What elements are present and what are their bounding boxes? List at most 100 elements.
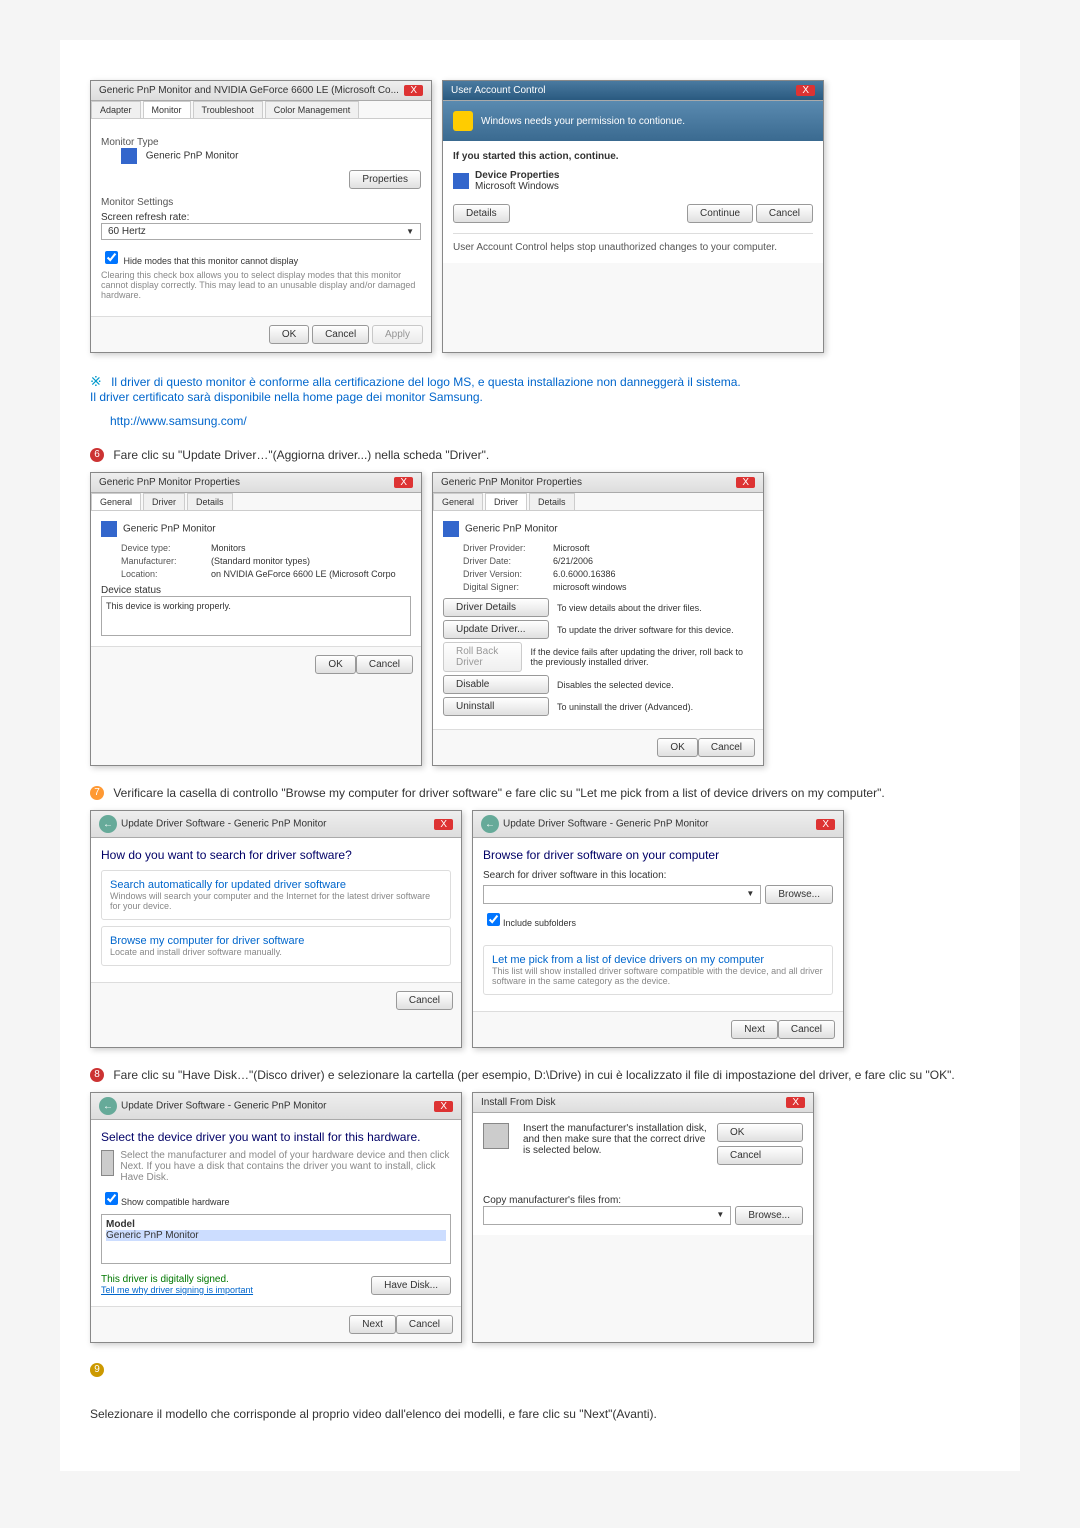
hide-modes-checkbox[interactable] [105, 251, 118, 264]
tab-troubleshoot[interactable]: Troubleshoot [193, 101, 263, 118]
dialog-title: Update Driver Software - Generic PnP Mon… [503, 819, 708, 830]
cancel-button[interactable]: Cancel [396, 1315, 453, 1334]
cancel-button[interactable]: Cancel [396, 991, 453, 1010]
monitor-icon [443, 521, 459, 537]
pick-list-option[interactable]: Let me pick from a list of device driver… [483, 945, 833, 995]
uac-started: If you started this action, continue. [453, 151, 813, 162]
model-item[interactable]: Generic PnP Monitor [106, 1230, 446, 1241]
browse-button[interactable]: Browse... [735, 1206, 803, 1225]
ok-button[interactable]: OK [315, 655, 355, 674]
device-status-text: This device is working properly. [101, 596, 411, 636]
step-9-text: Selezionare il modello che corrisponde a… [90, 1407, 657, 1421]
cancel-button[interactable]: Cancel [717, 1146, 803, 1165]
back-icon[interactable]: ← [99, 1097, 117, 1115]
note-line2: Il driver certificato sarà disponibile n… [90, 390, 483, 404]
hide-modes-desc: Clearing this check box allows you to se… [101, 270, 421, 300]
dialog-title: Update Driver Software - Generic PnP Mon… [121, 819, 326, 830]
device-prop-label: Device Properties [475, 170, 560, 181]
next-button[interactable]: Next [349, 1315, 396, 1334]
refresh-rate-label: Screen refresh rate: [101, 212, 421, 223]
back-icon[interactable]: ← [99, 815, 117, 833]
step-7-marker: 7 [90, 786, 104, 800]
location-select[interactable] [483, 885, 761, 904]
disk-text: Insert the manufacturer's installation d… [523, 1123, 709, 1165]
step-6-marker: 6 [90, 448, 104, 462]
tab-general[interactable]: General [91, 493, 141, 510]
signing-link[interactable]: Tell me why driver signing is important [101, 1285, 253, 1295]
uac-footer: User Account Control helps stop unauthor… [453, 233, 813, 253]
close-icon[interactable]: X [394, 477, 413, 488]
close-icon[interactable]: X [404, 85, 423, 96]
next-button[interactable]: Next [731, 1020, 778, 1039]
tab-details[interactable]: Details [187, 493, 233, 510]
browse-option[interactable]: Browse my computer for driver software L… [101, 926, 451, 966]
copy-from-label: Copy manufacturer's files from: [483, 1195, 803, 1206]
floppy-icon [483, 1123, 509, 1149]
tab-driver[interactable]: Driver [485, 493, 527, 510]
tab-general[interactable]: General [433, 493, 483, 510]
dialog-title: Generic PnP Monitor Properties [99, 477, 240, 488]
ok-button[interactable]: OK [269, 325, 309, 344]
update-driver-button[interactable]: Update Driver... [443, 620, 549, 639]
shield-icon [453, 111, 473, 131]
back-icon[interactable]: ← [481, 815, 499, 833]
note-icon: ※ [90, 373, 102, 389]
close-icon[interactable]: X [434, 1101, 453, 1112]
disable-button[interactable]: Disable [443, 675, 549, 694]
monitor-icon [101, 521, 117, 537]
rollback-button[interactable]: Roll Back Driver [443, 642, 522, 672]
details-button[interactable]: Details [453, 204, 510, 223]
uninstall-button[interactable]: Uninstall [443, 697, 549, 716]
ok-button[interactable]: OK [717, 1123, 803, 1142]
device-vendor: Microsoft Windows [475, 181, 560, 192]
search-auto-option[interactable]: Search automatically for updated driver … [101, 870, 451, 920]
close-icon[interactable]: X [816, 819, 835, 830]
close-icon[interactable]: X [434, 819, 453, 830]
cancel-button[interactable]: Cancel [778, 1020, 835, 1039]
tab-monitor[interactable]: Monitor [143, 101, 191, 118]
tab-driver[interactable]: Driver [143, 493, 185, 510]
disk-icon [101, 1150, 114, 1176]
select-desc: Select the manufacturer and model of you… [120, 1150, 451, 1183]
dialog-title: Generic PnP Monitor Properties [441, 477, 582, 488]
cancel-button[interactable]: Cancel [698, 738, 755, 757]
model-column: Model [106, 1219, 446, 1230]
hide-modes-label: Hide modes that this monitor cannot disp… [124, 256, 299, 266]
copy-from-select[interactable] [483, 1206, 731, 1225]
cancel-button[interactable]: Cancel [356, 655, 413, 674]
apply-button[interactable]: Apply [372, 325, 423, 344]
search-heading: How do you want to search for driver sof… [101, 848, 451, 862]
cancel-button[interactable]: Cancel [312, 325, 369, 344]
browse-heading: Browse for driver software on your compu… [483, 848, 833, 862]
tab-details[interactable]: Details [529, 493, 575, 510]
cancel-button[interactable]: Cancel [756, 204, 813, 223]
samsung-link[interactable]: http://www.samsung.com/ [110, 414, 247, 428]
step-7-text: Verificare la casella di controllo "Brow… [113, 786, 884, 800]
close-icon[interactable]: X [796, 85, 815, 96]
device-status-label: Device status [101, 585, 411, 596]
dialog-title: Install From Disk [481, 1097, 555, 1108]
browse-button[interactable]: Browse... [765, 885, 833, 904]
close-icon[interactable]: X [786, 1097, 805, 1108]
device-icon [453, 173, 469, 189]
continue-button[interactable]: Continue [687, 204, 753, 223]
refresh-rate-select[interactable]: 60 Hertz [101, 223, 421, 240]
tab-adapter[interactable]: Adapter [91, 101, 141, 118]
close-icon[interactable]: X [736, 477, 755, 488]
step-8-marker: 8 [90, 1068, 104, 1082]
monitor-type-label: Monitor Type [101, 137, 421, 148]
include-subfolders-checkbox[interactable] [487, 913, 500, 926]
monitor-icon [121, 148, 137, 164]
signed-label: This driver is digitally signed. [101, 1274, 253, 1285]
ok-button[interactable]: OK [657, 738, 697, 757]
dialog-title: Generic PnP Monitor and NVIDIA GeForce 6… [99, 85, 399, 96]
chevron-down-icon [406, 226, 414, 237]
uac-heading: Windows needs your permission to contion… [481, 116, 685, 127]
driver-details-button[interactable]: Driver Details [443, 598, 549, 617]
chevron-down-icon [746, 888, 754, 901]
show-compat-checkbox[interactable] [105, 1192, 118, 1205]
note-line1: Il driver di questo monitor è conforme a… [111, 375, 741, 389]
tab-color[interactable]: Color Management [265, 101, 360, 118]
properties-button[interactable]: Properties [349, 170, 421, 189]
have-disk-button[interactable]: Have Disk... [371, 1276, 451, 1295]
